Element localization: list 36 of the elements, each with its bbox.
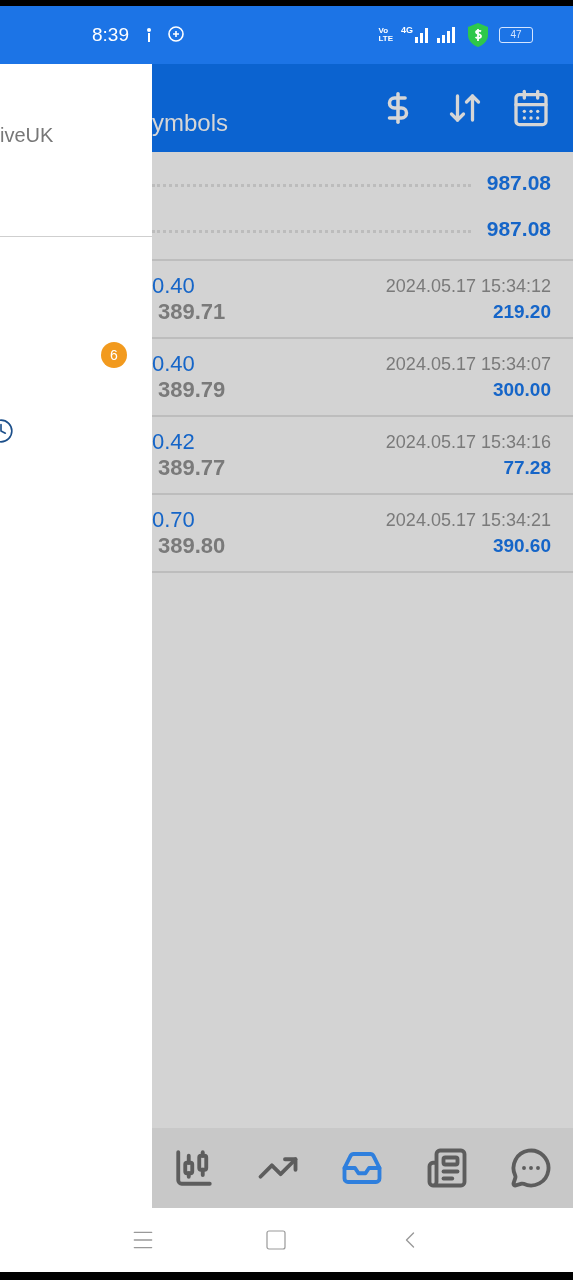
trade-row[interactable]: 0.40 389.79 2024.05.17 15:34:07 300.00: [152, 339, 573, 417]
notification-badge: 6: [101, 342, 127, 368]
newspaper-icon: [425, 1147, 468, 1189]
trade-profit: 300.00: [492, 378, 551, 402]
trade-profit: 77.28: [503, 456, 551, 480]
balance-value: 987.08: [486, 215, 551, 242]
account-name[interactable]: iveUK: [0, 120, 54, 150]
trade-time: 2024.05.17 15:34:16: [385, 431, 551, 454]
network-type: 4G: [401, 24, 413, 37]
signal-icon: [415, 27, 429, 43]
close-price: 389.71: [158, 299, 226, 325]
open-price: 0.42: [152, 429, 196, 455]
close-price: 389.77: [158, 455, 226, 481]
trade-row[interactable]: 0.40 389.71 2024.05.17 15:34:12 219.20: [152, 261, 573, 339]
close-price: 389.80: [158, 533, 226, 559]
trade-row[interactable]: 0.42 389.77 2024.05.17 15:34:16 77.28: [152, 417, 573, 495]
open-price: 0.40: [152, 273, 196, 299]
signal-icon: [437, 27, 457, 43]
open-price: 0.40: [152, 351, 196, 377]
trade-time: 2024.05.17 15:34:07: [385, 353, 551, 376]
dollar-shield-icon: [467, 23, 489, 47]
open-price: 0.70: [152, 507, 196, 533]
battery-indicator: 47: [499, 27, 533, 43]
location-plus-icon: [167, 26, 185, 44]
chat-bubble-icon: [509, 1147, 552, 1189]
app-bar-subtitle: ymbols: [152, 108, 229, 138]
clock-time: 8:39: [92, 22, 129, 47]
volte-label: Vo LTE: [378, 27, 393, 43]
trade-time: 2024.05.17 15:34:21: [385, 509, 551, 532]
trade-profit: 219.20: [492, 300, 551, 324]
balance-value: 987.08: [486, 170, 551, 196]
calendar-icon: [511, 88, 551, 128]
trade-time: 2024.05.17 15:34:12: [385, 275, 551, 298]
trade-profit: 390.60: [492, 534, 551, 558]
close-price: 389.79: [158, 377, 226, 403]
trade-row[interactable]: 0.70 389.80 2024.05.17 15:34:21 390.60: [152, 495, 573, 573]
